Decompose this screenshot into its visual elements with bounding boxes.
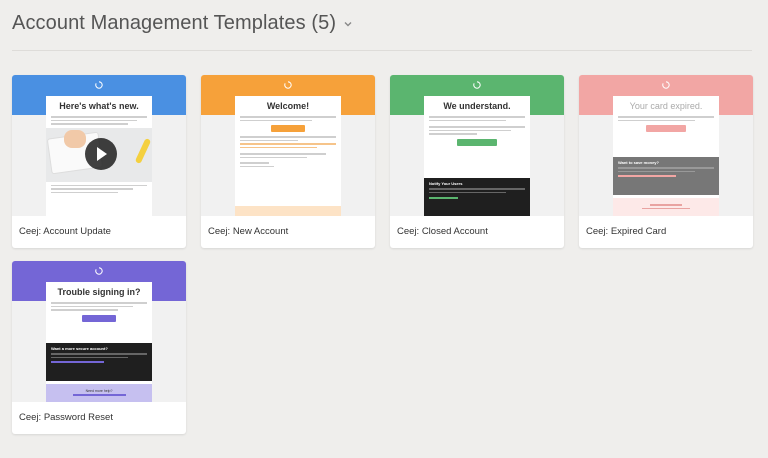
- header-divider: [12, 50, 752, 51]
- email-footer: [613, 198, 719, 216]
- logo-icon: [473, 81, 481, 89]
- email-dark-section: Want a more secure account?: [46, 343, 152, 381]
- page-title: Account Management Templates (5): [12, 12, 337, 34]
- card-label: Ceej: Account Update: [19, 226, 111, 237]
- page-header: Account Management Templates (5): [12, 12, 354, 35]
- card-label: Ceej: Closed Account: [397, 226, 488, 237]
- logo-icon: [95, 81, 103, 89]
- template-preview: We understand. Notify Your Users: [390, 75, 564, 216]
- email-preview: Here's what's new.: [46, 96, 152, 216]
- card-label: Ceej: Password Reset: [19, 412, 113, 423]
- template-card-closed-account[interactable]: We understand. Notify Your Users Ceej: C…: [390, 75, 564, 248]
- email-preview: We understand. Notify Your Users: [424, 96, 530, 216]
- chevron-down-icon[interactable]: [342, 18, 354, 30]
- logo-icon: [284, 81, 292, 89]
- video-thumbnail: [46, 127, 152, 182]
- footer-title: Need more help?: [85, 389, 113, 393]
- template-card-expired-card[interactable]: Your card expired. Want to save money? C…: [579, 75, 753, 248]
- dark-section-title: Notify Your Users: [429, 181, 463, 186]
- play-icon: [85, 137, 117, 170]
- template-card-new-account[interactable]: Welcome! Ceej: New Account: [201, 75, 375, 248]
- template-preview: Welcome!: [201, 75, 375, 216]
- email-preview: Trouble signing in? Want a more secure a…: [46, 282, 152, 402]
- email-heading: Here's what's new.: [59, 101, 139, 111]
- email-heading: Trouble signing in?: [57, 287, 141, 297]
- template-preview: Trouble signing in? Want a more secure a…: [12, 261, 186, 402]
- email-footer: Need more help?: [46, 384, 152, 402]
- template-card-password-reset[interactable]: Trouble signing in? Want a more secure a…: [12, 261, 186, 434]
- email-dark-section: Notify Your Users: [424, 178, 530, 216]
- dark-section-title: Want a more secure account?: [51, 346, 108, 351]
- email-button: [271, 125, 305, 132]
- email-button: [457, 138, 497, 146]
- email-heading: Welcome!: [266, 101, 310, 111]
- card-label: Ceej: New Account: [208, 226, 289, 237]
- email-heading: We understand.: [443, 101, 511, 111]
- email-preview: Your card expired. Want to save money?: [613, 96, 719, 216]
- email-dark-section: Want to save money?: [613, 157, 719, 195]
- email-button: [82, 314, 116, 322]
- template-card-account-update[interactable]: Here's what's new. Ceej: Account Update: [12, 75, 186, 248]
- template-preview: Your card expired. Want to save money?: [579, 75, 753, 216]
- template-preview: Here's what's new.: [12, 75, 186, 216]
- email-button: [646, 125, 686, 132]
- email-footer: [235, 206, 341, 216]
- logo-icon: [662, 81, 670, 89]
- email-preview: Welcome!: [235, 96, 341, 216]
- email-heading: Your card expired.: [629, 101, 703, 111]
- card-label: Ceej: Expired Card: [586, 226, 667, 237]
- dark-section-title: Want to save money?: [618, 160, 659, 165]
- logo-icon: [95, 267, 103, 275]
